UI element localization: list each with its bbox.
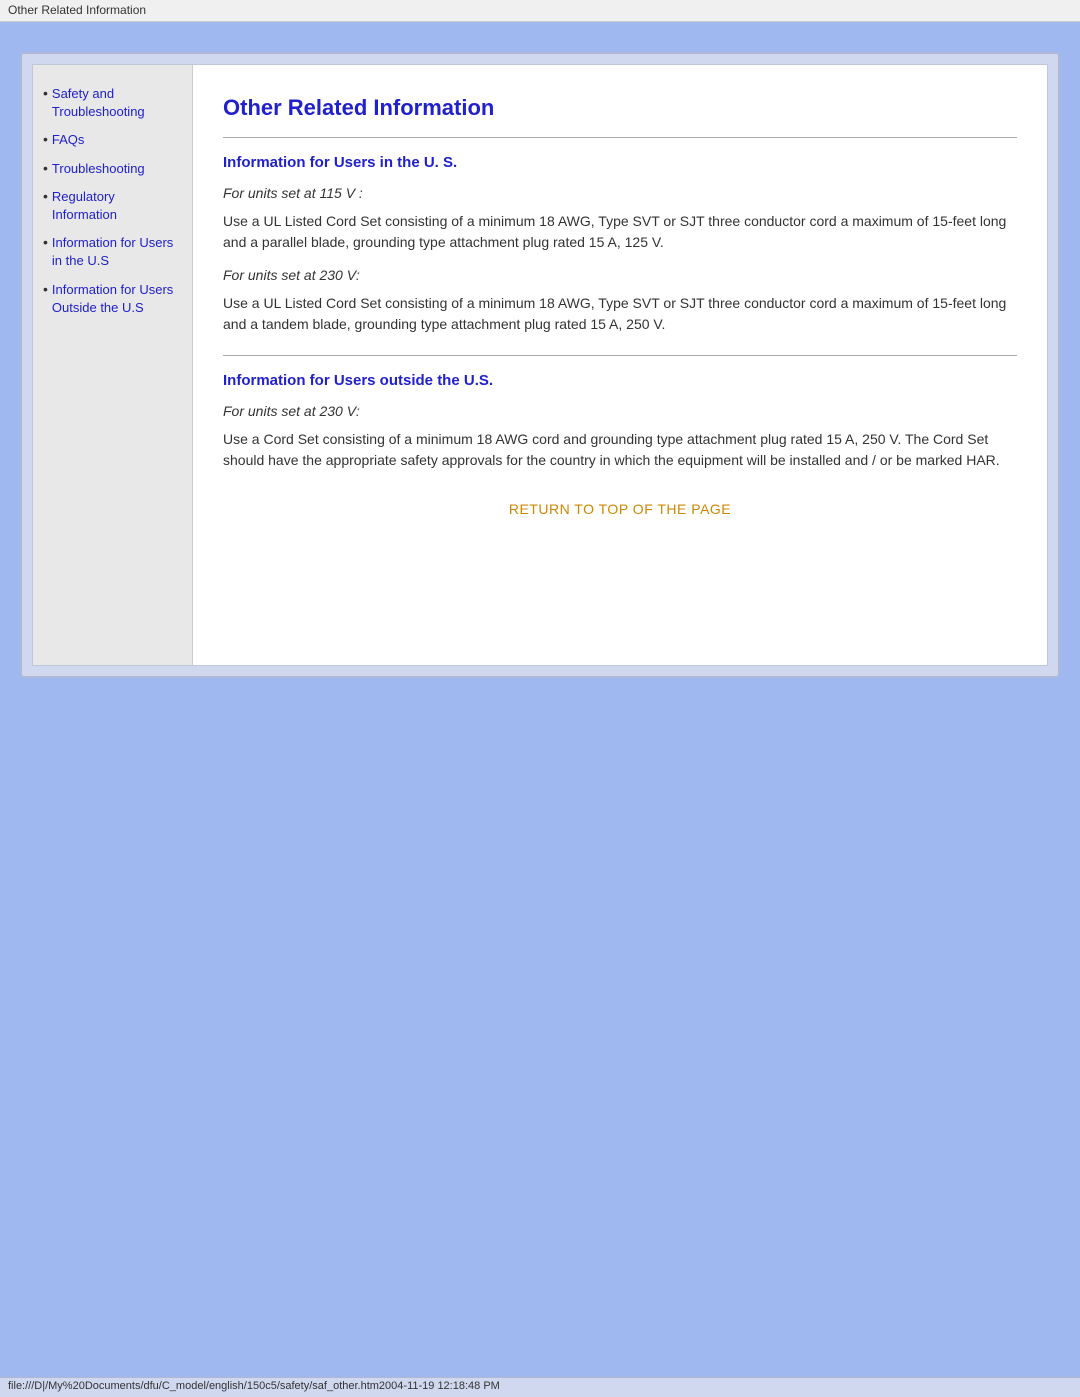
page-container: Safety and Troubleshooting FAQs Troubles… bbox=[33, 65, 1047, 665]
sidebar-link-safety[interactable]: Safety and Troubleshooting bbox=[52, 85, 182, 121]
section-outside-us-title: Information for Users outside the U.S. bbox=[223, 372, 1017, 389]
return-link-container[interactable]: RETURN TO TOP OF THE PAGE bbox=[223, 501, 1017, 517]
status-bar-text: file:///D|/My%20Documents/dfu/C_model/en… bbox=[8, 1380, 500, 1392]
sidebar: Safety and Troubleshooting FAQs Troubles… bbox=[33, 65, 193, 665]
outside-230v-body: Use a Cord Set consisting of a minimum 1… bbox=[223, 429, 1017, 471]
return-to-top-link[interactable]: RETURN TO TOP OF THE PAGE bbox=[509, 501, 731, 517]
us-230v-body: Use a UL Listed Cord Set consisting of a… bbox=[223, 293, 1017, 335]
sidebar-item-safety[interactable]: Safety and Troubleshooting bbox=[43, 85, 182, 125]
divider-top bbox=[223, 137, 1017, 138]
sidebar-item-users-us[interactable]: Information for Users in the U.S bbox=[43, 234, 182, 274]
main-content: Other Related Information Information fo… bbox=[193, 65, 1047, 665]
page-title: Other Related Information bbox=[223, 95, 1017, 121]
outside-230v-italic: For units set at 230 V: bbox=[223, 403, 1017, 419]
sidebar-item-regulatory[interactable]: Regulatory Information bbox=[43, 188, 182, 228]
sidebar-item-users-outside[interactable]: Information for Users Outside the U.S bbox=[43, 281, 182, 321]
sidebar-item-faqs[interactable]: FAQs bbox=[43, 131, 182, 153]
us-115v-italic: For units set at 115 V : bbox=[223, 185, 1017, 201]
sidebar-item-troubleshooting[interactable]: Troubleshooting bbox=[43, 160, 182, 182]
browser-inner: Safety and Troubleshooting FAQs Troubles… bbox=[32, 64, 1048, 666]
section-us: Information for Users in the U. S. For u… bbox=[223, 154, 1017, 335]
sidebar-link-regulatory[interactable]: Regulatory Information bbox=[52, 188, 182, 224]
section-us-title: Information for Users in the U. S. bbox=[223, 154, 1017, 171]
sidebar-link-users-outside[interactable]: Information for Users Outside the U.S bbox=[52, 281, 182, 317]
divider-middle bbox=[223, 355, 1017, 356]
title-bar: Other Related Information bbox=[0, 0, 1080, 22]
title-bar-text: Other Related Information bbox=[8, 3, 146, 17]
section-outside-us: Information for Users outside the U.S. F… bbox=[223, 372, 1017, 471]
sidebar-link-users-us[interactable]: Information for Users in the U.S bbox=[52, 234, 182, 270]
sidebar-link-faqs[interactable]: FAQs bbox=[52, 131, 85, 149]
sidebar-link-troubleshooting[interactable]: Troubleshooting bbox=[52, 160, 145, 178]
us-230v-italic: For units set at 230 V: bbox=[223, 267, 1017, 283]
status-bar: file:///D|/My%20Documents/dfu/C_model/en… bbox=[0, 1377, 1080, 1397]
browser-frame: Safety and Troubleshooting FAQs Troubles… bbox=[20, 52, 1060, 678]
us-115v-body: Use a UL Listed Cord Set consisting of a… bbox=[223, 211, 1017, 253]
